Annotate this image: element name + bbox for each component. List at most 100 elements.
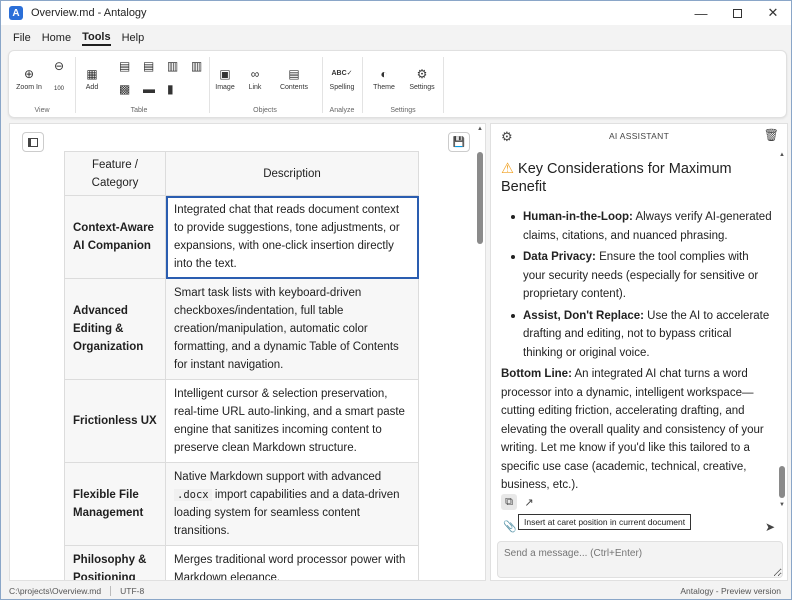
table-cell-description[interactable]: Intelligent cursor & selection preservat…	[165, 379, 419, 463]
zoom-in-button[interactable]: ⊕ Zoom In	[15, 67, 43, 91]
insert-at-caret-button[interactable]: ⧉	[501, 494, 517, 510]
ribbon-group-objects: ▣ Image ∞ Link ▤ Contents Objects	[210, 51, 320, 117]
table-cell-description-selected[interactable]: Integrated chat that reads document cont…	[165, 195, 419, 279]
warning-icon: ⚠	[501, 161, 514, 177]
table-row: Advanced Editing & Organization Smart ta…	[64, 278, 419, 380]
table-cell-feature[interactable]: Frictionless UX	[64, 379, 166, 463]
save-document-button[interactable]: 💾	[448, 132, 470, 152]
status-file-path: C:\projects\Overview.md	[9, 586, 102, 596]
ai-bottom-line: Bottom Line: An integrated AI chat turns…	[501, 368, 764, 491]
delete-table-icon[interactable]: ▩	[119, 83, 130, 95]
send-arrow-icon[interactable]: ➤	[765, 520, 775, 534]
scrollbar-thumb[interactable]	[779, 466, 785, 498]
open-external-button[interactable]: ↗	[521, 494, 537, 510]
list-item: Data Privacy: Ensure the tool complies w…	[511, 248, 773, 304]
menu-bar: File Home Tools Help	[1, 29, 155, 47]
message-input[interactable]	[497, 541, 783, 578]
ribbon-toolbar: ⊕ Zoom In ⊖ 100 View ▦ Add ▤ ▤ ▥ ▥ ▩ ▬ ▮…	[8, 50, 787, 118]
app-logo-icon: A	[9, 6, 23, 20]
insert-link-button[interactable]: ∞ Link	[244, 67, 266, 91]
group-label-objects: Objects	[253, 107, 277, 114]
list-item: Human-in-the-Loop: Always verify AI-gene…	[511, 208, 773, 245]
table-row: Flexible File Management Native Markdown…	[64, 462, 419, 546]
insert-image-button[interactable]: ▣ Image	[212, 67, 238, 91]
title-bar: A Overview.md - Antalogy — ✕	[1, 1, 791, 25]
status-bar: C:\projects\Overview.md UTF-8 Antalogy -…	[1, 582, 791, 599]
group-label-view: View	[34, 107, 50, 114]
minimize-button[interactable]: —	[683, 1, 719, 25]
theme-contrast-icon: ◐	[380, 67, 388, 81]
group-label-analyze: Analyze	[329, 107, 355, 114]
table-row: Philosophy & Positioning Merges traditio…	[64, 545, 419, 580]
insert-icon: ⧉	[505, 495, 513, 508]
window-controls: — ✕	[683, 1, 791, 25]
status-app-version: Antalogy - Preview version	[680, 586, 781, 596]
image-icon: ▣	[219, 67, 231, 81]
clear-chat-icon[interactable]: 🗑	[764, 128, 779, 142]
theme-button[interactable]: ◐ Theme	[369, 67, 399, 91]
ai-bullet-list: Human-in-the-Loop: Always verify AI-gene…	[511, 208, 773, 362]
sidebar-toggle-button[interactable]	[22, 132, 44, 152]
menu-home[interactable]: Home	[42, 32, 71, 45]
ribbon-group-table: ▦ Add ▤ ▤ ▥ ▥ ▩ ▬ ▮ Table	[76, 51, 203, 117]
delete-row-icon[interactable]: ▬	[143, 83, 155, 95]
menu-help[interactable]: Help	[122, 32, 145, 45]
link-icon: ∞	[250, 67, 260, 81]
spelling-button[interactable]: ABC✓ Spelling	[325, 67, 359, 91]
ai-assistant-panel: ⚙ AI ASSISTANT 🗑 ⚠ Key Considerations fo…	[490, 123, 788, 581]
table-header-feature[interactable]: Feature / Category	[64, 151, 166, 196]
zoom-reset-icon[interactable]: 100	[54, 83, 64, 95]
ai-panel-title: AI ASSISTANT	[608, 131, 670, 141]
close-button[interactable]: ✕	[755, 1, 791, 25]
scroll-up-icon[interactable]: ▲	[475, 124, 485, 134]
delete-column-icon[interactable]: ▮	[167, 83, 174, 95]
maximize-button[interactable]	[719, 1, 755, 25]
status-encoding: UTF-8	[120, 586, 145, 596]
scrollbar-thumb[interactable]	[477, 152, 483, 244]
scroll-up-icon[interactable]: ▲	[777, 150, 787, 160]
group-label-settings: Settings	[390, 107, 416, 114]
table-row: Frictionless UX Intelligent cursor & sel…	[64, 379, 419, 463]
table-cell-feature[interactable]: Philosophy & Positioning	[64, 545, 166, 580]
insert-column-left-icon[interactable]: ▥	[167, 60, 178, 72]
attach-paperclip-icon[interactable]: 📎	[503, 520, 517, 533]
inline-code: .docx	[174, 489, 212, 501]
insert-row-below-icon[interactable]: ▤	[143, 60, 154, 72]
maximize-icon	[732, 8, 742, 18]
table-header-description[interactable]: Description	[165, 151, 419, 196]
contents-icon: ▤	[288, 67, 300, 81]
ribbon-divider	[443, 57, 444, 113]
editor-scrollbar[interactable]: ▲	[475, 124, 485, 580]
app-window: A Overview.md - Antalogy — ✕ File Home T…	[0, 0, 792, 600]
insert-row-above-icon[interactable]: ▤	[119, 60, 130, 72]
zoom-in-icon: ⊕	[23, 67, 35, 81]
table-header-row: Feature / Category Description	[64, 151, 419, 196]
gear-icon: ⚙	[416, 67, 428, 81]
feature-table: Feature / Category Description Context-A…	[64, 151, 419, 580]
external-link-icon: ↗	[524, 496, 534, 509]
table-of-contents-button[interactable]: ▤ Contents	[277, 67, 311, 91]
ribbon-group-view: ⊕ Zoom In ⊖ 100 View	[9, 51, 75, 117]
description-text: Native Markdown support with advanced	[174, 471, 382, 483]
insert-column-right-icon[interactable]: ▥	[191, 60, 202, 72]
settings-button[interactable]: ⚙ Settings	[407, 67, 437, 91]
save-icon: 💾	[452, 136, 466, 148]
table-cell-feature[interactable]: Flexible File Management	[64, 462, 166, 546]
add-table-button[interactable]: ▦ Add	[81, 67, 103, 91]
table-cell-description[interactable]: Native Markdown support with advanced .d…	[165, 462, 419, 546]
document-editor[interactable]: 💾 Feature / Category Description Context…	[9, 123, 486, 581]
spelling-abc-icon: ABC✓	[331, 70, 353, 77]
ai-settings-gear-icon[interactable]: ⚙	[501, 129, 513, 145]
zoom-out-icon[interactable]: ⊖	[54, 60, 64, 72]
table-cell-description[interactable]: Merges traditional word processor power …	[165, 545, 419, 580]
table-grid-icon: ▦	[86, 67, 98, 81]
table-cell-feature[interactable]: Advanced Editing & Organization	[64, 278, 166, 380]
ai-panel-header: ⚙ AI ASSISTANT 🗑	[491, 124, 787, 148]
table-cell-description[interactable]: Smart task lists with keyboard-driven ch…	[165, 278, 419, 380]
menu-tools[interactable]: Tools	[82, 31, 111, 46]
tooltip: Insert at caret position in current docu…	[518, 514, 692, 530]
scroll-down-icon[interactable]: ▼	[777, 500, 787, 510]
table-cell-feature[interactable]: Context-Aware AI Companion	[64, 195, 166, 279]
menu-file[interactable]: File	[13, 32, 31, 45]
ai-scrollbar[interactable]: ▲ ▼	[777, 150, 787, 510]
